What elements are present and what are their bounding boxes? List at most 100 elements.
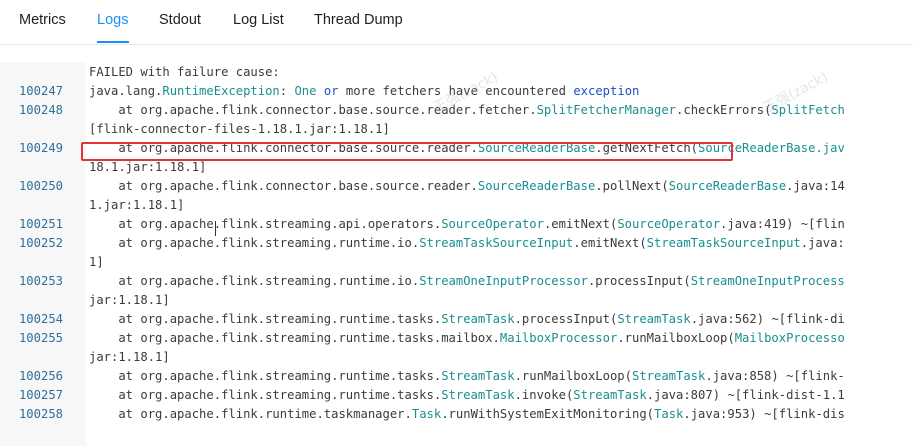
line-number: 100249 xyxy=(18,141,63,155)
log-line: 100257 at org.apache.flink.streaming.run… xyxy=(0,386,913,405)
log-token: Task xyxy=(411,407,442,421)
log-token xyxy=(316,84,323,98)
log-token: at org.apache.flink.streaming.api.operat… xyxy=(89,217,442,231)
log-token: at org.apache.flink.connector.base.sourc… xyxy=(89,179,478,193)
log-token: StreamTask xyxy=(617,312,691,326)
log-token: StreamTaskSourceInput xyxy=(419,236,574,250)
log-token: MailboxProcesso xyxy=(734,331,845,345)
log-token: .java:14 xyxy=(786,179,845,193)
log-token: .runMailboxLoop( xyxy=(514,369,632,383)
log-text: java.lang.RuntimeException: One or more … xyxy=(89,82,639,101)
log-line-continuation: 1] xyxy=(0,253,913,272)
log-line-continuation: 1.jar:1.18.1] xyxy=(0,196,913,215)
tab-logs[interactable]: Logs xyxy=(97,11,128,29)
log-text: at org.apache.flink.streaming.runtime.io… xyxy=(89,234,845,253)
log-token: SourceOperator xyxy=(441,217,544,231)
line-number: 100248 xyxy=(18,103,63,117)
log-token: jar:1.18.1] xyxy=(89,293,170,307)
log-token: SourceReaderBase xyxy=(477,179,596,193)
active-tab-indicator xyxy=(97,41,129,43)
line-number: 100254 xyxy=(18,312,63,326)
exception-highlight-box xyxy=(81,142,733,161)
log-line-continuation: jar:1.18.1] xyxy=(0,291,913,310)
line-number: 100251 xyxy=(18,217,63,231)
log-line: 100252 at org.apache.flink.streaming.run… xyxy=(0,234,913,253)
log-text: at org.apache.flink.connector.base.sourc… xyxy=(89,101,844,120)
line-number: 100247 xyxy=(18,84,63,98)
tab-bar: Metrics Logs Stdout Log List Thread Dump xyxy=(0,0,913,45)
log-token: .runWithSystemExitMonitoring( xyxy=(441,407,655,421)
log-token: RuntimeException xyxy=(162,84,280,98)
log-token: Task xyxy=(654,407,684,421)
log-token: .pollNext( xyxy=(595,179,669,193)
line-number: 100256 xyxy=(18,369,63,383)
log-viewer[interactable]: FAILED with failure cause: 100247 java.lan… xyxy=(0,62,913,446)
log-token: or xyxy=(323,84,339,98)
tab-metrics[interactable]: Metrics xyxy=(19,11,66,29)
log-text: FAILED with failure cause: xyxy=(89,63,280,82)
log-text: at org.apache.flink.streaming.runtime.ta… xyxy=(89,386,845,405)
log-token: StreamTask xyxy=(441,312,515,326)
log-token: StreamOneInputProcess xyxy=(690,274,845,288)
log-line: 100253 at org.apache.flink.streaming.run… xyxy=(0,272,913,291)
log-text: jar:1.18.1] xyxy=(89,348,170,367)
log-token: .java: xyxy=(800,236,845,250)
log-token: .java:858) ~[flink- xyxy=(705,369,845,383)
log-token: .emitNext( xyxy=(543,217,618,231)
tab-log-list[interactable]: Log List xyxy=(233,11,284,29)
line-number: 100258 xyxy=(18,407,63,421)
log-text: at org.apache.flink.streaming.api.operat… xyxy=(89,215,845,234)
log-line: 100254 at org.apache.flink.streaming.run… xyxy=(0,310,913,329)
log-token: StreamOneInputProcessor xyxy=(419,274,588,288)
log-token: at org.apache.flink.streaming.runtime.ta… xyxy=(89,369,442,383)
log-line: 100255 at org.apache.flink.streaming.run… xyxy=(0,329,913,348)
log-text: [flink-connector-files-1.18.1.jar:1.18.1… xyxy=(89,120,390,139)
log-text: 1] xyxy=(89,253,104,272)
line-number: 100253 xyxy=(18,274,63,288)
log-token: SourceOperator xyxy=(617,217,721,231)
log-token: .java:419) ~[flin xyxy=(720,217,845,231)
log-token: 1] xyxy=(89,255,104,269)
log-token: MailboxProcessor xyxy=(499,331,618,345)
tab-stdout[interactable]: Stdout xyxy=(159,11,201,29)
log-token: at org.apache.flink.streaming.runtime.ta… xyxy=(89,312,442,326)
log-text: at org.apache.flink.streaming.runtime.ta… xyxy=(89,329,845,348)
log-line: 100251 at org.apache.flink.streaming.api… xyxy=(0,215,913,234)
log-token: SourceReaderBase xyxy=(668,179,787,193)
log-token: java.lang. xyxy=(89,84,163,98)
line-number: 100250 xyxy=(18,179,63,193)
log-token: StreamTaskSourceInput xyxy=(646,236,801,250)
log-token: .java:807) ~[flink-dist-1.1 xyxy=(646,388,845,402)
log-token: at org.apache.flink.streaming.runtime.io… xyxy=(89,274,420,288)
log-token: .processInput( xyxy=(514,312,618,326)
log-token: .invoke( xyxy=(514,388,574,402)
log-text: jar:1.18.1] xyxy=(89,291,170,310)
log-line-continuation: [flink-connector-files-1.18.1.jar:1.18.1… xyxy=(0,120,913,139)
log-token: exception xyxy=(573,84,640,98)
log-token: at org.apache.flink.streaming.runtime.io… xyxy=(89,236,420,250)
log-line-continuation: jar:1.18.1] xyxy=(0,348,913,367)
log-token: StreamTask xyxy=(441,369,515,383)
log-token: FAILED with failure cause: xyxy=(89,65,280,79)
log-token: StreamTask xyxy=(631,369,706,383)
log-token: SplitFetcherManager xyxy=(536,103,677,117)
log-token: : xyxy=(279,84,295,98)
log-token: .processInput( xyxy=(587,274,691,288)
log-token: jar:1.18.1] xyxy=(89,350,170,364)
tab-thread-dump[interactable]: Thread Dump xyxy=(314,11,403,29)
log-token: 18.1.jar:1.18.1] xyxy=(89,160,207,174)
log-token: [flink-connector-files-1.18.1.jar:1.18.1… xyxy=(89,122,390,136)
log-token: StreamTask xyxy=(441,388,515,402)
log-token: 1.jar:1.18.1] xyxy=(89,198,185,212)
log-token: .emitNext( xyxy=(573,236,647,250)
log-text: at org.apache.flink.streaming.runtime.ta… xyxy=(89,367,845,386)
log-text: at org.apache.flink.connector.base.sourc… xyxy=(89,177,845,196)
log-text: 1.jar:1.18.1] xyxy=(89,196,184,215)
log-line: 100258 at org.apache.flink.runtime.taskm… xyxy=(0,405,913,424)
log-text: at org.apache.flink.streaming.runtime.ta… xyxy=(89,310,844,329)
log-token: at org.apache.flink.connector.base.sourc… xyxy=(89,103,537,117)
log-token: .checkErrors( xyxy=(676,103,772,117)
log-token: at org.apache.flink.streaming.runtime.ta… xyxy=(89,331,500,345)
text-cursor xyxy=(215,221,216,236)
log-token: One xyxy=(294,84,317,98)
